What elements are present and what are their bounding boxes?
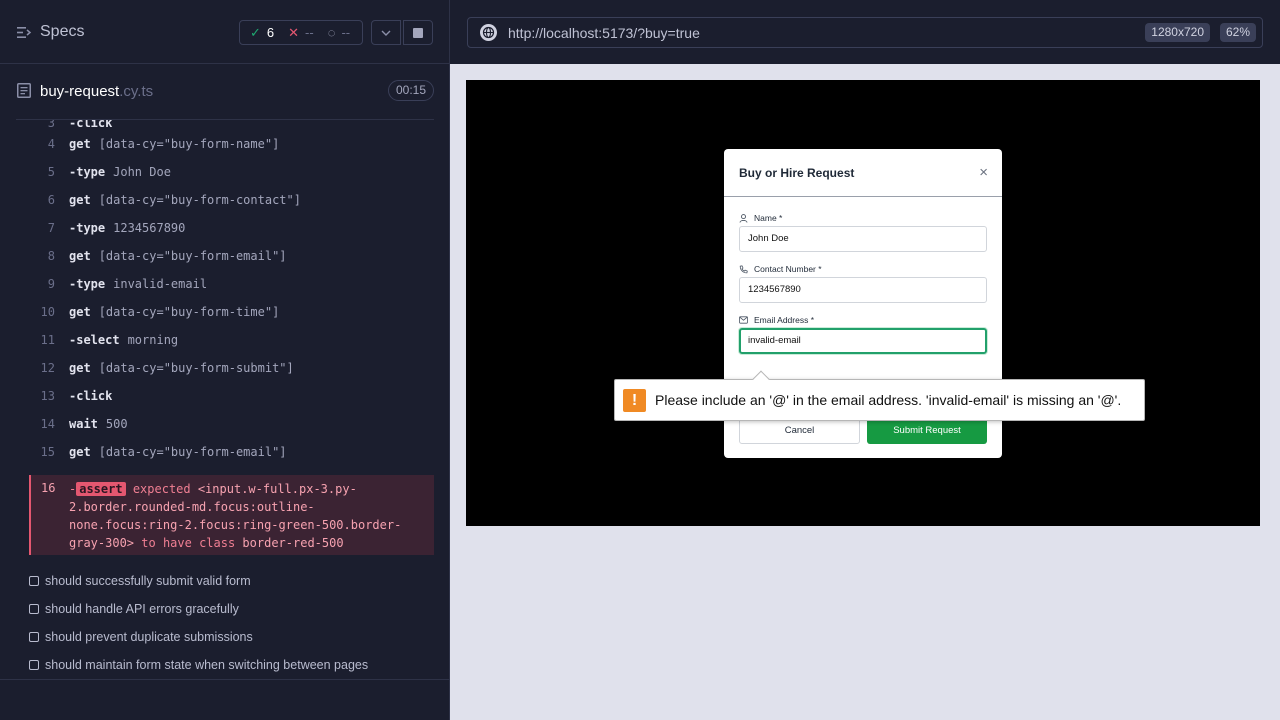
chevron-down-icon (381, 30, 391, 36)
checkbox-icon (29, 632, 39, 642)
command-row[interactable]: 8 get [data-cy="buy-form-email"] (29, 242, 434, 270)
reporter-header: Specs ✓ 6 ✕ -- ◌ -- (0, 0, 450, 64)
assert-message: - assert expected <input.w-full.px-3.py-2… (69, 482, 402, 550)
command-row[interactable]: 13 -click (29, 382, 434, 410)
url-bar[interactable]: http://localhost:5173/?buy=true 1280x720… (467, 17, 1263, 48)
zoom-badge[interactable]: 62% (1219, 23, 1256, 42)
command-row[interactable]: 12 get [data-cy="buy-form-submit"] (29, 354, 434, 382)
aut-area: Buy or Hire Request × Name * John Doe Co… (450, 64, 1280, 720)
reporter-panel: Specs ✓ 6 ✕ -- ◌ -- buy-request.cy.ts 00… (0, 0, 450, 720)
command-row[interactable]: 14 wait 500 (29, 410, 434, 438)
specs-list-icon[interactable] (17, 26, 32, 39)
stop-button[interactable] (403, 20, 433, 45)
user-icon (739, 213, 748, 223)
divider (0, 679, 450, 680)
test-item[interactable]: should handle API errors gracefully (29, 595, 434, 623)
command-row[interactable]: 11 -select morning (29, 326, 434, 354)
assert-tag: assert (76, 482, 126, 496)
contact-label: Contact Number * (739, 264, 822, 274)
app-viewport: Buy or Hire Request × Name * John Doe Co… (466, 80, 1260, 526)
name-label: Name * (739, 213, 782, 223)
email-label: Email Address * (739, 315, 814, 325)
email-input[interactable]: invalid-email (739, 328, 987, 354)
test-stats: ✓ 6 ✕ -- ◌ -- (239, 20, 363, 45)
spec-file-name[interactable]: buy-request.cy.ts (40, 83, 153, 100)
command-row[interactable]: 7 -type 1234567890 (29, 214, 434, 242)
failed-count: ✕ -- (288, 24, 314, 41)
checkbox-icon (29, 660, 39, 670)
cancel-button[interactable]: Cancel (739, 417, 860, 444)
validation-tooltip: ! Please include an '@' in the email add… (614, 370, 1145, 421)
file-icon (17, 83, 31, 98)
collapse-button[interactable] (371, 20, 401, 45)
duration-badge: 00:15 (387, 80, 434, 101)
pending-count: ◌ -- (327, 25, 351, 40)
aut-header: http://localhost:5173/?buy=true 1280x720… (450, 0, 1280, 64)
test-item[interactable]: should maintain form state when switchin… (29, 651, 434, 679)
command-log: 3 -click 4 get [data-cy="buy-form-name"] 5… (29, 120, 434, 466)
url-text: http://localhost:5173/?buy=true (508, 25, 700, 41)
command-row[interactable]: 9 -type invalid-email (29, 270, 434, 298)
contact-input[interactable]: 1234567890 (739, 277, 987, 303)
close-icon[interactable]: × (979, 165, 988, 180)
x-icon: ✕ (288, 24, 300, 40)
test-item[interactable]: should prevent duplicate submissions (29, 623, 434, 651)
command-row[interactable]: 6 get [data-cy="buy-form-contact"] (29, 186, 434, 214)
submit-request-button[interactable]: Submit Request (867, 417, 987, 444)
command-row[interactable]: 4 get [data-cy="buy-form-name"] (29, 130, 434, 158)
spec-file-row: buy-request.cy.ts 00:15 (16, 64, 434, 120)
warning-icon: ! (623, 389, 646, 412)
command-row[interactable]: 3 -click (29, 120, 434, 130)
remaining-tests: should successfully submit valid form sh… (29, 567, 434, 679)
spinner-icon: ◌ (327, 25, 336, 40)
failed-assert-command[interactable]: 16 - assert expected <input.w-full.px-3.p… (29, 475, 434, 555)
phone-icon (739, 264, 748, 273)
modal-header: Buy or Hire Request × (724, 149, 1002, 197)
passed-count: ✓ 6 (250, 24, 275, 41)
specs-title[interactable]: Specs (40, 23, 84, 41)
checkbox-icon (29, 576, 39, 586)
globe-icon (480, 24, 497, 41)
mail-icon (739, 316, 748, 324)
command-row[interactable]: 5 -type John Doe (29, 158, 434, 186)
validation-message: Please include an '@' in the email addre… (655, 392, 1122, 408)
test-item[interactable]: should successfully submit valid form (29, 567, 434, 595)
stop-icon (413, 27, 423, 38)
checkbox-icon (29, 604, 39, 614)
command-row[interactable]: 10 get [data-cy="buy-form-time"] (29, 298, 434, 326)
viewport-size-badge[interactable]: 1280x720 (1145, 23, 1210, 42)
command-row[interactable]: 15 get [data-cy="buy-form-email"] (29, 438, 434, 466)
name-input[interactable]: John Doe (739, 226, 987, 252)
modal-title: Buy or Hire Request (739, 166, 855, 180)
check-icon: ✓ (250, 24, 261, 40)
